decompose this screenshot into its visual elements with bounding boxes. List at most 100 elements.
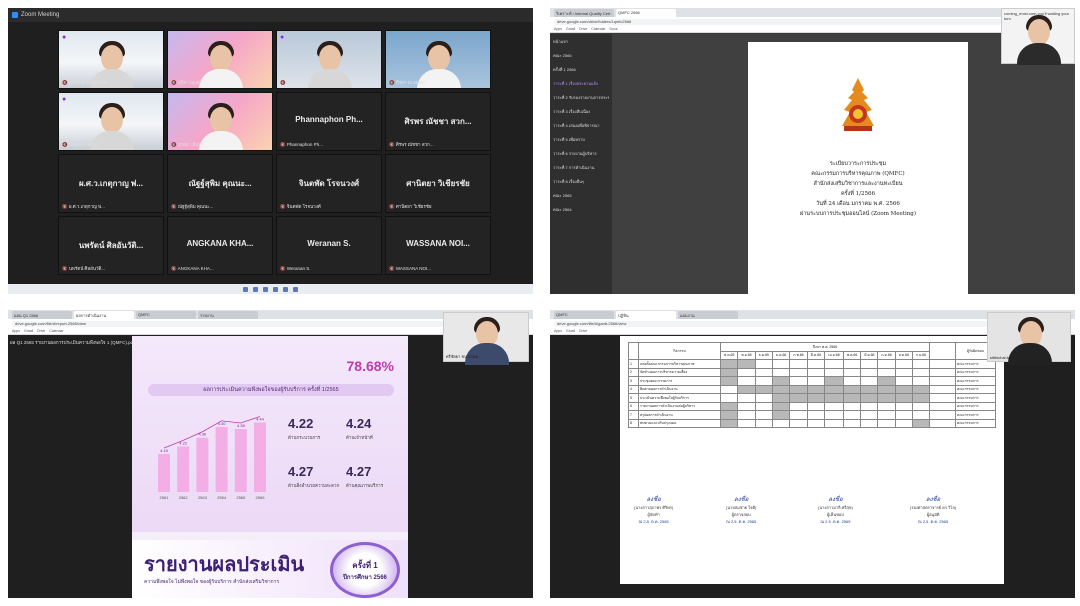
- zoom-gallery-window: Zoom Meeting ● 🔇 สรพศ สำนักส่งเสริม 🔇 สุธิ…: [8, 8, 533, 294]
- gantt-cell: [754, 359, 773, 369]
- gantt-cell: [737, 384, 756, 394]
- outline-item[interactable]: คณะ 2564: [553, 206, 609, 213]
- outline-item[interactable]: วาระที่ 5 เพื่อทราบ: [553, 136, 609, 143]
- browser-icon[interactable]: [263, 286, 268, 292]
- gantt-cell: [824, 401, 844, 411]
- browser-tab[interactable]: รายงาน: [198, 311, 258, 319]
- avatar: [319, 45, 341, 71]
- gantt-cell: [894, 359, 914, 369]
- browser-tab[interactable]: แผน Q1 2566: [12, 311, 72, 319]
- x-tick-label: 2561: [160, 495, 170, 500]
- browser-tab[interactable]: แผนงาน: [678, 311, 738, 319]
- gantt-cell: [754, 393, 773, 403]
- browser-tab[interactable]: QMFC: [554, 311, 614, 319]
- participant-tile[interactable]: ณัฐฐ์สุพิม คุณนะ... 🔇 ณัฐฐ์สุพิม คุณนะ...: [167, 154, 273, 213]
- participant-name: ANGKANA KHA...: [186, 239, 254, 248]
- gantt-cell: [789, 418, 808, 428]
- folder-icon[interactable]: [273, 286, 278, 292]
- gantt-cell: [737, 376, 756, 386]
- table-header: [929, 342, 956, 360]
- gantt-cell: [877, 359, 896, 369]
- zoom-app-icon: [12, 12, 18, 18]
- participant-tile[interactable]: จินตพัด โรจนวงศ์ 🔇 จินตพัด โรจนวงศ์: [276, 154, 382, 213]
- round-badge: ครั้งที่ 1 ปีการศึกษา 2566: [330, 542, 400, 598]
- participant-tile[interactable]: ● 🔇 Phannaphon: [276, 30, 382, 89]
- satisfaction-bar-chart: 4.1525614.2225624.3025634.4025644.382565…: [158, 416, 266, 500]
- participant-tile[interactable]: 🔇 สุธิดา บุญส่ง: [167, 30, 273, 89]
- gantt-cell: [754, 367, 773, 377]
- zoom-icon[interactable]: [283, 286, 288, 292]
- participant-tile[interactable]: WASSANA NOI... 🔇 WASSANA NOI...: [385, 216, 491, 275]
- search-icon[interactable]: [253, 286, 258, 292]
- participant-caption: 🔇 อรอุมา อินทร์: [171, 142, 204, 147]
- gantt-cell: [737, 359, 756, 369]
- table-header: ม.ค.66: [771, 350, 791, 360]
- mail-icon[interactable]: [293, 286, 298, 292]
- score-value: 4.27: [288, 464, 314, 479]
- participant-caption: 🔇 Phannaphon: [280, 80, 313, 85]
- gantt-cell: [754, 401, 773, 411]
- gantt-cell: [719, 393, 739, 403]
- table-header: ส.ค.66: [894, 350, 914, 360]
- outline-item[interactable]: คณะ 2566: [553, 52, 609, 59]
- participant-tile[interactable]: 🔇 อรอุมา อินทร์: [167, 92, 273, 151]
- report-cover: รายงานผลประเมิน ความพึงพอใจ ไม่พึงพอใจ ข…: [132, 540, 408, 598]
- participant-tile[interactable]: ANGKANA KHA... 🔇 ANGKANA KHA...: [167, 216, 273, 275]
- gantt-cell: [842, 359, 862, 369]
- participant-tile[interactable]: นพรัตน์ ศิลอันวัติ... 🔇 นพรัตน์ ศิลอันวัต…: [58, 216, 164, 275]
- browser-tab-active[interactable]: QMFC 2566: [616, 9, 676, 17]
- participant-tile[interactable]: 🔇 ศิรพร ณ อยุธยา: [385, 30, 491, 89]
- org-logo-icon: ●: [62, 96, 67, 103]
- participant-tile[interactable]: ผ.ศ.ว.เกตุกาญ พ่... 🔇 ผ.ศ.ว.เกตุกาญ พ่...: [58, 154, 164, 213]
- table-header: เม.ย.66: [824, 350, 844, 360]
- outline-item[interactable]: หน้าแรก: [553, 38, 609, 45]
- gantt-cell: [824, 410, 844, 420]
- x-tick-label: 2562: [179, 495, 189, 500]
- score-value: 4.27: [346, 464, 372, 479]
- outline-item[interactable]: วาระที่ 3 เรื่องสืบเนื่อง: [553, 108, 609, 115]
- participant-tile[interactable]: ● 🔇 สรพศ สำนักส่งเสริม: [58, 30, 164, 89]
- gantt-cell: [894, 393, 914, 403]
- participant-tile[interactable]: Weranan S. 🔇 Weranan S.: [276, 216, 382, 275]
- score-value: 4.24: [346, 416, 372, 431]
- participant-tile[interactable]: ● 🔇 กาญจนา ลำพูน: [58, 92, 164, 151]
- browser-tab[interactable]: QMFC: [136, 311, 196, 319]
- outline-item[interactable]: วาระที่ 8 เรื่องอื่นๆ: [553, 178, 609, 185]
- gantt-cell: [789, 367, 808, 377]
- gantt-cell: [754, 410, 773, 420]
- browser-tab-active[interactable]: ปฏิทิน: [616, 311, 676, 319]
- participant-name: ศรีชัยยา ชนาเกษม: [446, 354, 479, 359]
- participant-tile[interactable]: ศิรพร ณัชชา สวก... 🔇 ศิรพร ณัชชา สวก...: [385, 92, 491, 151]
- infographic-section: 78.68% ผลการประเมินความพึงพอใจของผู้รับบ…: [132, 336, 408, 532]
- gantt-cell: [894, 418, 914, 428]
- outline-item-selected[interactable]: วาระที่ 1 เรื่องประธานแจ้ง: [553, 80, 609, 87]
- participant-caption: 🔇 ANGKANA KHA...: [171, 266, 214, 271]
- table-row: 4 ติดตามผลการดำเนินงาน คณะกรรมการ: [628, 384, 996, 394]
- table-header: ก.ค.66: [877, 350, 896, 360]
- outline-item[interactable]: ครั้งที่ 1 2566: [553, 66, 609, 73]
- folder-outline: หน้าแรก คณะ 2566 ครั้งที่ 1 2566 วาระที่…: [550, 34, 612, 294]
- gantt-cell: [912, 384, 930, 394]
- participant-tile[interactable]: Phannaphon Ph... 🔇 Phannaphon Ph...: [276, 92, 382, 151]
- address-bar[interactable]: drive.google.com/drive/folders/1qmfc2566: [554, 18, 1071, 25]
- avatar: [210, 107, 232, 133]
- avatar: [101, 45, 123, 71]
- outline-item[interactable]: คณะ 2565: [553, 192, 609, 199]
- participant-caption: 🔇 ศานิตยา วิเชียรชัย: [389, 204, 432, 209]
- score-label: ด้านกระบวนการ: [288, 435, 321, 440]
- participant-name: ผ.ศ.ว.เกตุกาญ พ่...: [78, 179, 143, 188]
- browser-tab-active[interactable]: ผลการดำเนินงาน: [74, 311, 134, 319]
- outline-item[interactable]: วาระที่ 4 เสนอเพื่อพิจารณา: [553, 122, 609, 129]
- chart-bar: [234, 429, 247, 492]
- outline-item[interactable]: วาระที่ 6 รายงานผู้บริหาร: [553, 150, 609, 157]
- browser-tab[interactable]: วิเคราะห์ / Internal Quality Cert: [554, 9, 614, 17]
- gantt-cell: [877, 376, 896, 386]
- gantt-cell: [894, 410, 914, 420]
- chart-bar: [215, 426, 228, 492]
- zoom-title: Zoom Meeting: [21, 12, 60, 18]
- participant-tile[interactable]: ศานิตยา วิเชียรชัย 🔇 ศานิตยา วิเชียรชัย: [385, 154, 491, 213]
- gantt-cell: [860, 384, 879, 394]
- start-icon[interactable]: [243, 286, 248, 292]
- outline-item[interactable]: วาระที่ 2 รับรองรายงานการประชุม: [553, 94, 609, 101]
- outline-item[interactable]: วาระที่ 7 การดำเนินงาน: [553, 164, 609, 171]
